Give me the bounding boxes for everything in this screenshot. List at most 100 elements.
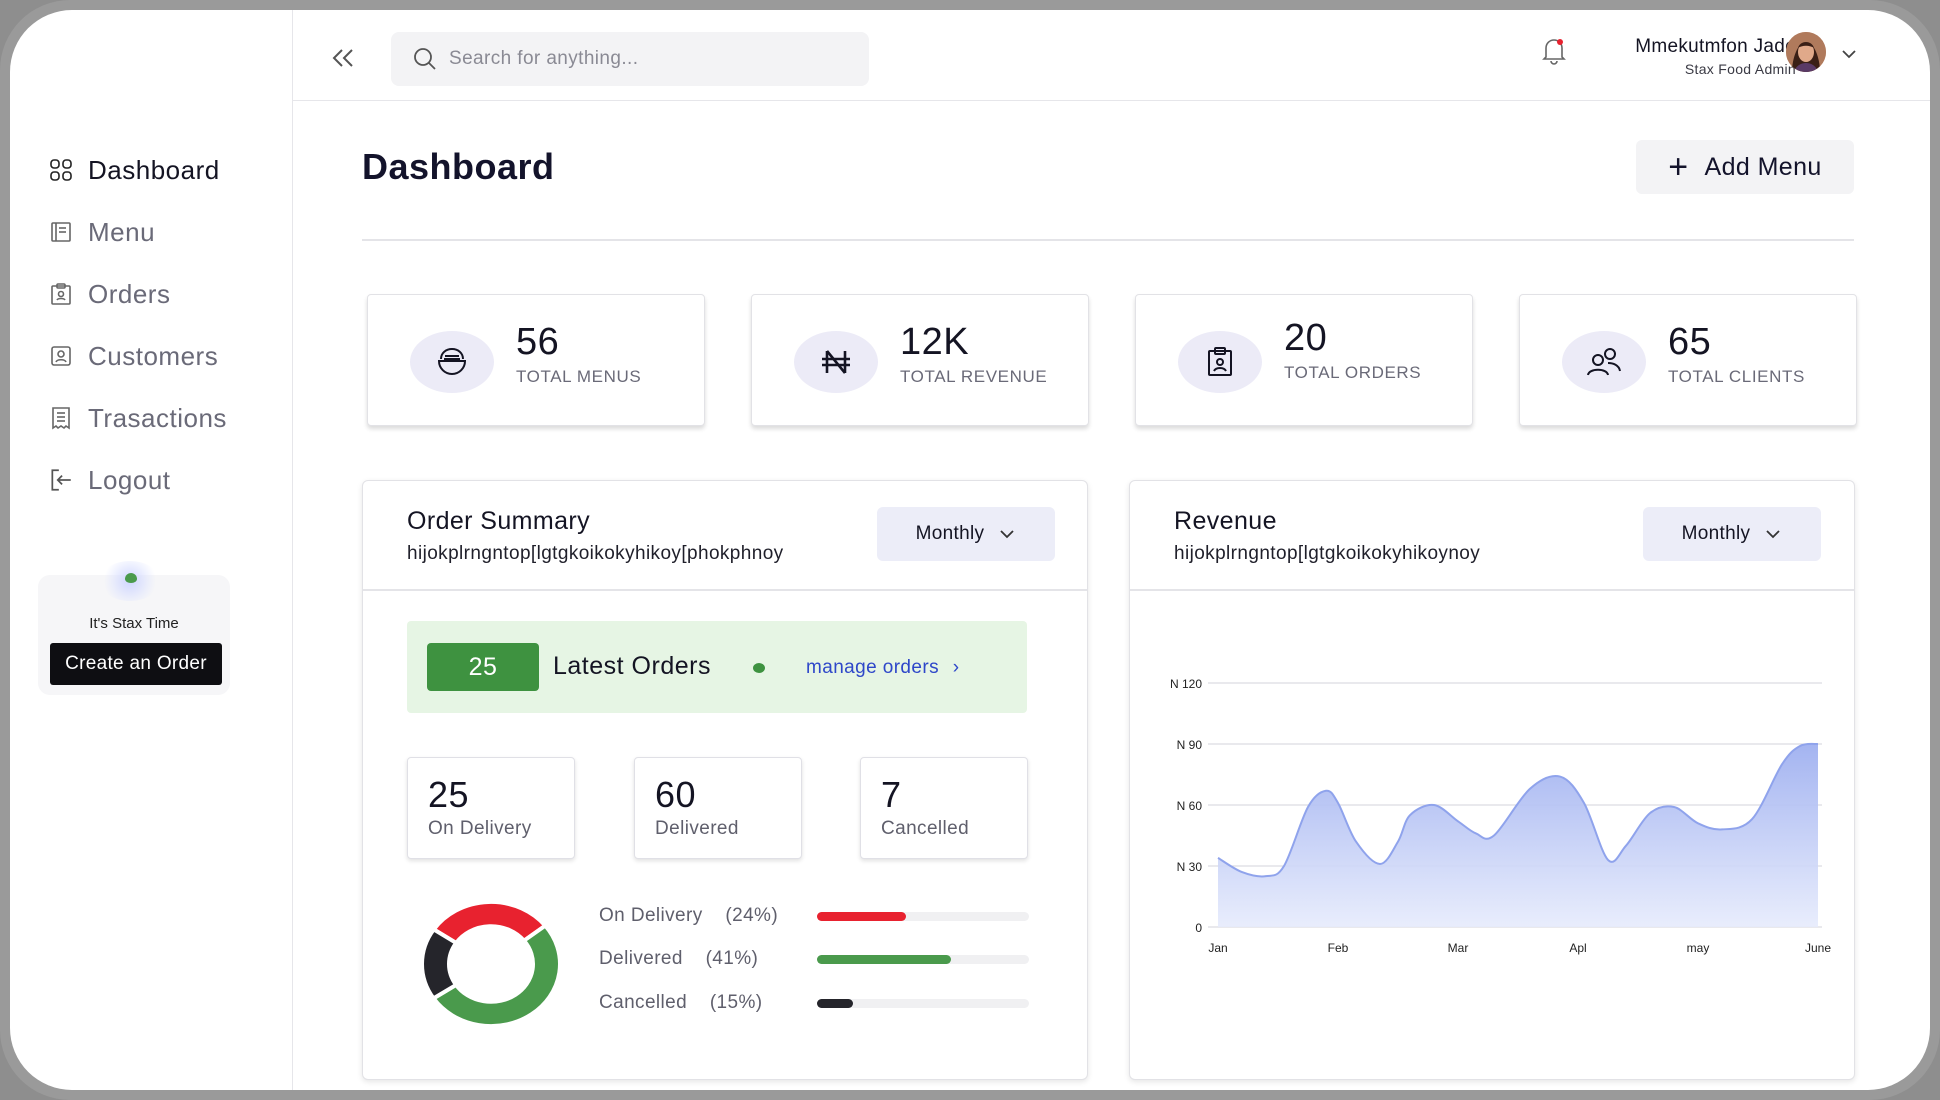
promo-text: It's Stax Time	[89, 615, 179, 632]
chevron-down-icon	[1000, 530, 1014, 539]
y-tick-label: 0	[1195, 921, 1202, 935]
plus-icon: +	[1668, 148, 1689, 186]
legend-bar-fill	[817, 912, 907, 921]
order-summary-card: Order Summary hijokplrngntop[lgtgkoikoky…	[362, 480, 1088, 1080]
clipboard-icon	[48, 281, 74, 307]
metric-value: 60	[655, 774, 697, 815]
period-label: Monthly	[1681, 523, 1751, 544]
order-period-select[interactable]: Monthly	[877, 507, 1055, 561]
sidebar-item-label: Orders	[88, 278, 171, 309]
x-tick-label: Apl	[1569, 941, 1586, 955]
legend-label: Delivered (41%)	[599, 948, 759, 969]
clipboard-icon	[1178, 331, 1262, 393]
top-header: Mmekutmfon Jade Stax Food Admin	[293, 10, 1930, 101]
users-icon	[1562, 331, 1646, 393]
y-tick-label: N 30	[1177, 860, 1203, 874]
latest-orders-banner: 25 Latest Orders manage orders ›	[407, 621, 1027, 713]
metric-label: Delivered	[655, 818, 739, 839]
legend-row-on-delivery: On Delivery (24%)	[599, 905, 1029, 929]
search-input[interactable]	[449, 48, 849, 70]
x-tick-label: Feb	[1328, 941, 1349, 955]
sidebar-item-label: Customers	[88, 340, 219, 371]
sidebar-item-transactions[interactable]: Trasactions	[48, 396, 227, 440]
promo-dot-icon	[125, 573, 137, 583]
metric-label: Cancelled	[881, 818, 970, 839]
stat-value: 65	[1668, 321, 1712, 363]
collapse-sidebar-icon[interactable]	[329, 46, 357, 70]
stat-label: TOTAL ORDERS	[1284, 363, 1422, 382]
sidebar-item-logout[interactable]: Logout	[48, 458, 227, 502]
legend-bar-fill	[817, 999, 854, 1008]
chevron-right-icon: ›	[952, 657, 960, 678]
legend-bar-fill	[817, 955, 951, 964]
y-tick-label: N 120	[1170, 677, 1202, 691]
manage-orders-label: manage orders	[806, 657, 939, 678]
metric-card-on-delivery: 25 On Delivery	[407, 757, 575, 859]
search-bar	[391, 32, 869, 86]
revenue-card: Revenue hijokplrngntop[lgtgkoikokyhikoyn…	[1129, 480, 1855, 1080]
sidebar-nav: Dashboard Menu Orders Customers Trasacti…	[48, 148, 227, 520]
sidebar-item-label: Dashboard	[88, 154, 220, 185]
logout-icon	[48, 467, 74, 493]
add-menu-label: Add Menu	[1704, 152, 1822, 181]
sidebar-item-label: Trasactions	[88, 402, 227, 433]
legend-label: Cancelled (15%)	[599, 992, 763, 1013]
food-bowl-icon	[410, 331, 494, 393]
card-divider	[1130, 589, 1854, 591]
x-tick-label: June	[1805, 941, 1831, 955]
order-donut-chart	[420, 899, 562, 1029]
revenue-area-chart: 0 N 30 N 60 N 90 N 120 Jan Feb Mar Apl may June	[1170, 677, 1831, 955]
chevron-down-icon	[1766, 530, 1780, 539]
user-card-icon	[48, 343, 74, 369]
user-name: Mmekutmfon Jade	[1635, 36, 1796, 57]
revenue-period-select[interactable]: Monthly	[1643, 507, 1821, 561]
stat-value: 20	[1284, 317, 1328, 359]
period-label: Monthly	[915, 523, 985, 544]
legend-row-cancelled: Cancelled (15%)	[599, 992, 1029, 1016]
add-menu-button[interactable]: + Add Menu	[1636, 140, 1854, 194]
manage-orders-link[interactable]: manage orders ›	[806, 657, 959, 679]
revenue-area	[1218, 743, 1818, 927]
stat-card-clients: 65 TOTAL CLIENTS	[1519, 294, 1857, 426]
app-screen: Dashboard Menu Orders Customers Trasacti…	[10, 10, 1930, 1090]
sidebar-item-customers[interactable]: Customers	[48, 334, 227, 378]
notification-bell-icon[interactable]	[1537, 33, 1571, 67]
user-role: Stax Food Admin	[1684, 61, 1796, 77]
revenue-subtitle: hijokplrngntop[lgtgkoikokyhikoynoy	[1174, 543, 1481, 564]
stat-card-menus: 56 TOTAL MENUS	[367, 294, 705, 426]
search-icon	[414, 48, 436, 70]
card-divider	[363, 589, 1087, 591]
legend-row-delivered: Delivered (41%)	[599, 948, 1029, 972]
sidebar-item-menu[interactable]: Menu	[48, 210, 227, 254]
legend-bar-track	[817, 955, 1029, 964]
metric-card-cancelled: 7 Cancelled	[860, 757, 1028, 859]
x-tick-label: Mar	[1448, 941, 1469, 955]
grid-icon	[48, 157, 74, 183]
sidebar-item-label: Menu	[88, 216, 156, 247]
revenue-title: Revenue	[1174, 507, 1277, 535]
sidebar: Dashboard Menu Orders Customers Trasacti…	[10, 10, 293, 1090]
metric-value: 7	[881, 774, 902, 815]
x-tick-label: may	[1687, 941, 1710, 955]
latest-orders-label: Latest Orders	[553, 652, 711, 680]
legend-bar-track	[817, 912, 1029, 921]
x-tick-label: Jan	[1208, 941, 1227, 955]
metric-card-delivered: 60 Delivered	[634, 757, 802, 859]
stat-label: TOTAL CLIENTS	[1668, 367, 1805, 386]
stat-value: 56	[516, 321, 560, 363]
metric-value: 25	[428, 774, 470, 815]
sidebar-item-orders[interactable]: Orders	[48, 272, 227, 316]
create-order-button[interactable]: Create an Order	[50, 643, 222, 685]
promo-card: It's Stax Time Create an Order	[38, 561, 230, 695]
menu-book-icon	[48, 219, 74, 245]
page-title: Dashboard	[362, 146, 555, 187]
status-dot-icon	[753, 663, 765, 673]
sidebar-item-label: Logout	[88, 464, 171, 495]
sidebar-item-dashboard[interactable]: Dashboard	[48, 148, 227, 192]
stat-value: 12K	[900, 321, 970, 363]
order-summary-title: Order Summary	[407, 507, 591, 535]
chevron-down-icon[interactable]	[1840, 47, 1858, 65]
y-tick-label: N 90	[1177, 738, 1203, 752]
avatar[interactable]	[1786, 32, 1826, 72]
order-summary-subtitle: hijokplrngntop[lgtgkoikokyhikoy[phokphno…	[407, 543, 784, 564]
